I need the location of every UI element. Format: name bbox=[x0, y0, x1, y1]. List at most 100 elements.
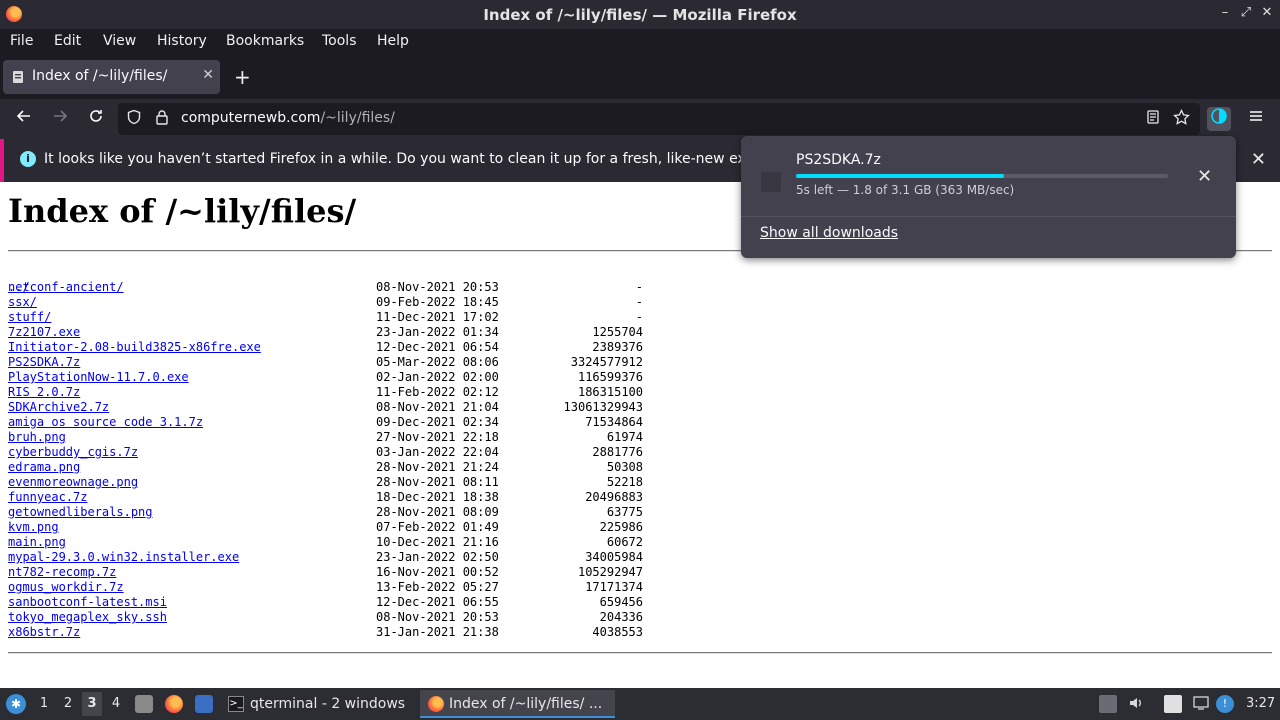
file-size: 2389376 bbox=[592, 340, 643, 354]
file-link[interactable]: RIS 2.0.7z bbox=[8, 385, 80, 400]
taskbar-qterminal[interactable]: >_ qterminal - 2 windows bbox=[222, 690, 415, 718]
file-date: 12-Dec-2021 06:55 bbox=[376, 595, 499, 609]
file-link[interactable]: ssx/ bbox=[8, 295, 37, 310]
tab-index-of-files[interactable]: Index of /~lily/files/ ✕ bbox=[3, 60, 220, 94]
file-link[interactable]: edrama.png bbox=[8, 460, 80, 475]
downloads-icon[interactable] bbox=[1207, 107, 1231, 131]
file-date: 12-Dec-2021 06:54 bbox=[376, 340, 499, 354]
file-link[interactable]: nt782-recomp.7z bbox=[8, 565, 116, 580]
volume-icon[interactable] bbox=[1127, 695, 1145, 713]
url-path: /~lily/files/ bbox=[320, 110, 395, 126]
lock-icon[interactable] bbox=[152, 109, 172, 129]
menu-view[interactable]: View bbox=[103, 33, 136, 49]
display-tray-icon[interactable] bbox=[1192, 695, 1210, 713]
file-link[interactable]: stuff/ bbox=[8, 310, 51, 325]
file-link[interactable]: PS2SDKA.7z bbox=[8, 355, 80, 370]
workspace-1[interactable]: 1 bbox=[34, 696, 54, 711]
back-icon[interactable] bbox=[12, 107, 36, 131]
notes-tray-icon[interactable] bbox=[1164, 695, 1182, 713]
firefox-launcher-icon[interactable] bbox=[165, 695, 183, 713]
file-row: ogmus_workdir.7z 13-Feb-2022 05:27 1717137… bbox=[8, 580, 708, 595]
file-link[interactable]: Initiator-2.08-build3825-x86fre.exe bbox=[8, 340, 261, 355]
file-row: RIS 2.0.7z 11-Feb-2022 02:12 186315100 bbox=[8, 385, 708, 400]
workspace-2[interactable]: 2 bbox=[58, 696, 78, 711]
file-size: 659456 bbox=[599, 595, 643, 609]
file-link[interactable]: amiga os source code 3.1.7z bbox=[8, 415, 203, 430]
maximize-icon[interactable]: ⤢ bbox=[1237, 5, 1255, 20]
file-row: main.png 10-Dec-2021 21:16 60672 bbox=[8, 535, 708, 550]
file-link[interactable]: funnyeac.7z bbox=[8, 490, 87, 505]
file-row: evenmoreownage.png 28-Nov-2021 08:11 52218 bbox=[8, 475, 708, 490]
file-row: amiga os source code 3.1.7z 09-Dec-2021 0… bbox=[8, 415, 708, 430]
clipboard-tray-icon[interactable] bbox=[1099, 695, 1117, 713]
task-label: Index of /~lily/files/ ... bbox=[449, 696, 603, 712]
menu-tools[interactable]: Tools bbox=[322, 33, 357, 49]
bookmark-star-icon[interactable] bbox=[1171, 108, 1191, 129]
file-row: kvm.png 07-Feb-2022 01:49 225986 bbox=[8, 520, 708, 535]
show-all-downloads-button[interactable]: Show all downloads bbox=[760, 225, 898, 241]
taskbar-firefox-window[interactable]: Index of /~lily/files/ ... bbox=[420, 690, 615, 718]
file-listing: ../ netconf-ancient/08-Nov-2021 20:53- ss… bbox=[8, 265, 708, 640]
minimize-icon[interactable]: – bbox=[1216, 5, 1234, 20]
reader-view-icon[interactable] bbox=[1143, 109, 1163, 129]
file-manager-icon[interactable] bbox=[135, 695, 153, 713]
file-size: 116599376 bbox=[577, 370, 643, 384]
file-link[interactable]: SDKArchive2.7z bbox=[8, 400, 109, 415]
menu-file[interactable]: File bbox=[10, 33, 33, 49]
tab-label: Index of /~lily/files/ bbox=[32, 68, 168, 84]
new-tab-icon[interactable]: + bbox=[234, 65, 251, 89]
start-menu-icon[interactable]: ✱ bbox=[6, 694, 26, 714]
forward-icon[interactable] bbox=[48, 107, 72, 131]
file-size: 71534864 bbox=[585, 415, 643, 429]
file-link[interactable]: kvm.png bbox=[8, 520, 59, 535]
shield-icon[interactable] bbox=[124, 109, 144, 129]
file-link[interactable]: main.png bbox=[8, 535, 66, 550]
file-row: x86bstr.7z 31-Jan-2021 21:38 4038553 bbox=[8, 625, 708, 640]
file-row: sanbootconf-latest.msi 12-Dec-2021 06:55 6… bbox=[8, 595, 708, 610]
close-window-icon[interactable]: ✕ bbox=[1258, 5, 1276, 20]
file-link[interactable]: netconf-ancient/ bbox=[8, 280, 124, 295]
notification-close-icon[interactable]: ✕ bbox=[1251, 149, 1266, 170]
workspace-3[interactable]: 3 bbox=[82, 692, 102, 716]
file-row: PS2SDKA.7z 05-Mar-2022 08:06 3324577912 bbox=[8, 355, 708, 370]
file-size: 225986 bbox=[599, 520, 643, 534]
menu-bookmarks[interactable]: Bookmarks bbox=[226, 33, 304, 49]
update-notifier-icon[interactable]: ! bbox=[1216, 695, 1234, 713]
file-link[interactable]: mypal-29.3.0.win32.installer.exe bbox=[8, 550, 239, 565]
app-menu-icon[interactable] bbox=[1244, 107, 1268, 131]
file-link[interactable]: x86bstr.7z bbox=[8, 625, 80, 640]
file-link[interactable]: evenmoreownage.png bbox=[8, 475, 138, 490]
terminal-icon: >_ bbox=[228, 696, 244, 712]
desktop-icon[interactable] bbox=[195, 695, 213, 713]
file-link[interactable]: sanbootconf-latest.msi bbox=[8, 595, 167, 610]
file-row: PlayStationNow-11.7.0.exe 02-Jan-2022 02:… bbox=[8, 370, 708, 385]
file-link[interactable]: ogmus_workdir.7z bbox=[8, 580, 124, 595]
address-bar[interactable]: computernewb.com/~lily/files/ bbox=[118, 103, 1200, 135]
navigation-toolbar: computernewb.com/~lily/files/ bbox=[0, 99, 1280, 139]
file-size: 105292947 bbox=[577, 565, 643, 579]
menu-history[interactable]: History bbox=[157, 33, 207, 49]
file-link[interactable]: cyberbuddy_cgis.7z bbox=[8, 445, 138, 460]
file-size: 13061329943 bbox=[563, 400, 643, 414]
file-link[interactable]: tokyo_megaplex_sky.ssh bbox=[8, 610, 167, 625]
file-size: - bbox=[635, 295, 643, 309]
file-link[interactable]: 7z2107.exe bbox=[8, 325, 80, 340]
menu-edit[interactable]: Edit bbox=[54, 33, 81, 49]
workspace-4[interactable]: 4 bbox=[106, 696, 126, 711]
taskbar: ✱ 1 2 3 4 >_ qterminal - 2 windows Index… bbox=[0, 688, 1280, 720]
file-row: getownedliberals.png 28-Nov-2021 08:09 637… bbox=[8, 505, 708, 520]
cancel-download-icon[interactable]: ✕ bbox=[1197, 166, 1212, 187]
file-link[interactable]: bruh.png bbox=[8, 430, 66, 445]
url-text[interactable]: computernewb.com/~lily/files/ bbox=[181, 110, 395, 126]
file-date: 28-Nov-2021 08:11 bbox=[376, 475, 499, 489]
menu-help[interactable]: Help bbox=[377, 33, 409, 49]
download-filename[interactable]: PS2SDKA.7z bbox=[796, 152, 881, 168]
file-link[interactable]: PlayStationNow-11.7.0.exe bbox=[8, 370, 189, 385]
file-size: 20496883 bbox=[585, 490, 643, 504]
reload-icon[interactable] bbox=[84, 107, 108, 131]
file-date: 11-Dec-2021 17:02 bbox=[376, 310, 499, 324]
tab-close-icon[interactable]: ✕ bbox=[202, 67, 214, 83]
file-date: 07-Feb-2022 01:49 bbox=[376, 520, 499, 534]
file-link[interactable]: getownedliberals.png bbox=[8, 505, 153, 520]
file-row: netconf-ancient/08-Nov-2021 20:53 - bbox=[8, 280, 708, 295]
